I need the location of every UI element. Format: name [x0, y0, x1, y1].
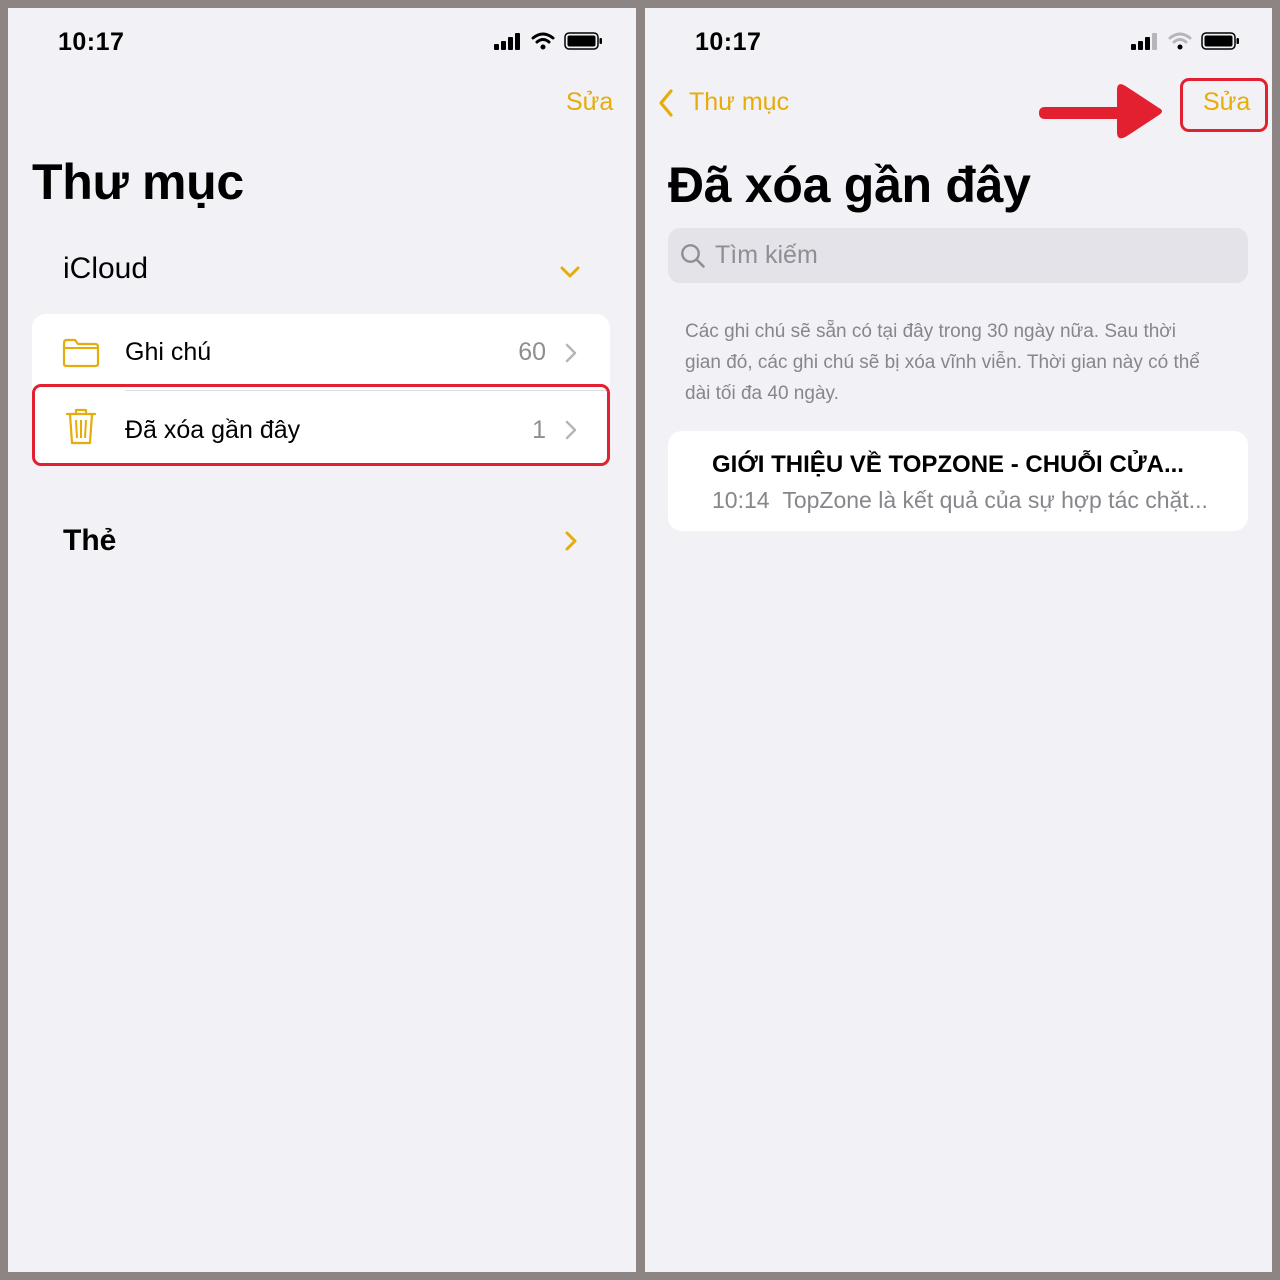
status-icons: [494, 32, 604, 50]
back-label: Thư mục: [689, 88, 790, 116]
search-placeholder: Tìm kiếm: [715, 241, 818, 269]
chevron-right-icon: [565, 343, 577, 363]
highlight-box: [32, 384, 610, 466]
tags-header-label: Thẻ: [63, 524, 117, 557]
arrow-annotation: [1039, 84, 1162, 139]
note-title: GIỚI THIỆU VỀ TOPZONE - CHUỖI CỬA...: [712, 451, 1184, 478]
signal-icon: [494, 33, 520, 50]
folders-screen: 10:17 Sửa Thư mục iCloud Ghi chú 60 Đã x…: [8, 8, 636, 1272]
folder-icon: [62, 338, 100, 368]
battery-icon: [1201, 32, 1239, 50]
status-time: 10:17: [695, 28, 762, 56]
wifi-icon: [531, 32, 555, 50]
folder-count: 60: [518, 338, 546, 366]
icloud-header-label: iCloud: [63, 252, 149, 285]
chevron-right-icon: [565, 531, 577, 551]
status-icons: [1131, 32, 1241, 50]
note-time: 10:14: [712, 487, 770, 513]
battery-icon: [564, 32, 602, 50]
search-icon: [681, 244, 705, 268]
note-subtitle: 10:14 TopZone là kết quả của sự hợp tác …: [712, 487, 1232, 514]
retention-info-text: Các ghi chú sẽ sẵn có tại đây trong 30 n…: [685, 321, 1200, 404]
signal-icon: [1131, 33, 1157, 50]
highlight-box: [1180, 78, 1268, 132]
chevron-down-icon: [560, 266, 580, 278]
folder-label: Ghi chú: [125, 338, 212, 366]
status-time: 10:17: [58, 28, 125, 56]
folder-row-notes[interactable]: Ghi chú 60: [32, 314, 610, 390]
chevron-left-icon: [659, 89, 673, 117]
recently-deleted-screen: 10:17 Thư mục Sửa Đã xóa gần đây Tìm kiế…: [645, 8, 1272, 1272]
edit-button[interactable]: Sửa: [566, 88, 613, 117]
search-field[interactable]: Tìm kiếm: [668, 228, 1248, 283]
page-title: Đã xóa gần đây: [668, 157, 1031, 213]
note-preview: TopZone là kết quả của sự hợp tác chặt..…: [782, 487, 1208, 513]
wifi-icon: [1168, 32, 1192, 50]
page-title: Thư mục: [32, 154, 244, 210]
note-list-item[interactable]: [668, 431, 1248, 531]
